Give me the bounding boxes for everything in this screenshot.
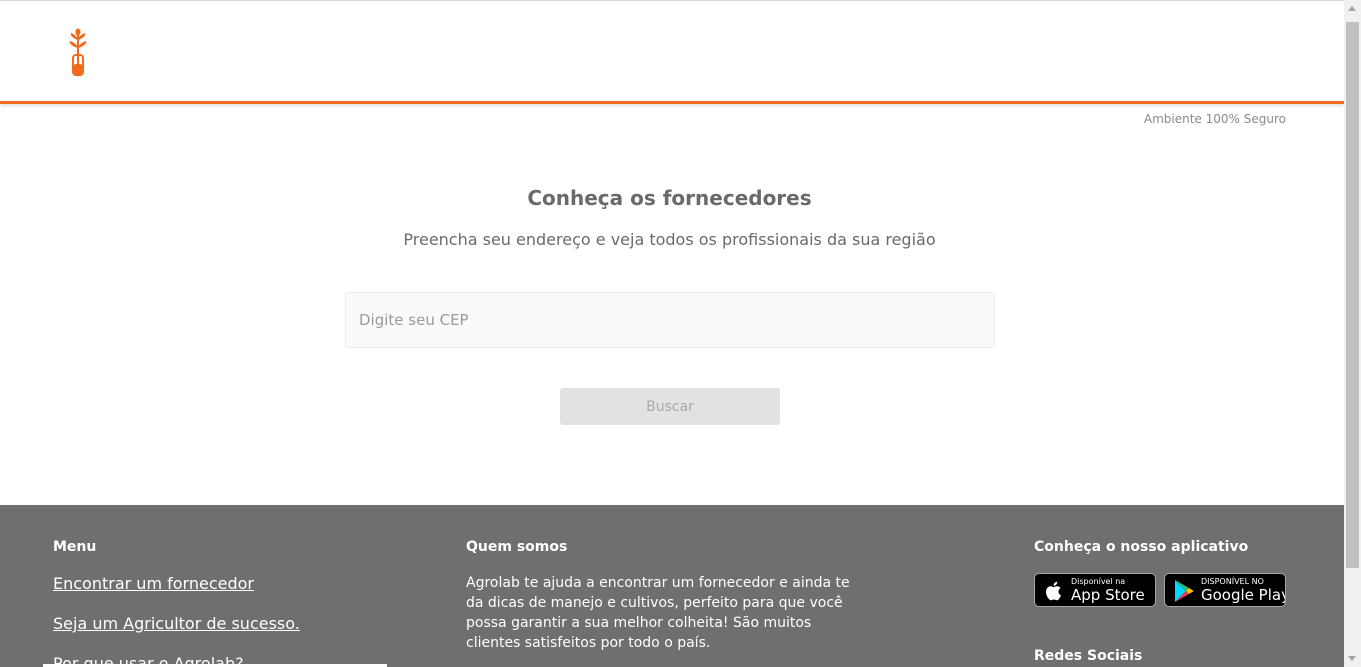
search-button[interactable]: Buscar bbox=[560, 388, 780, 425]
vertical-scrollbar[interactable] bbox=[1344, 0, 1361, 667]
app-store-small-text: Disponível na bbox=[1071, 577, 1126, 586]
scroll-up-arrow-icon[interactable] bbox=[1348, 6, 1356, 11]
footer-about-text: Agrolab te ajuda a encontrar um forneced… bbox=[466, 575, 850, 651]
app-store-badge[interactable]: Disponível na App Store bbox=[1034, 573, 1156, 607]
scroll-down-arrow-icon[interactable] bbox=[1348, 656, 1356, 661]
footer: Menu Encontrar um fornecedor Seja um Agr… bbox=[0, 505, 1344, 667]
page: Ambiente 100% Seguro Conheça os forneced… bbox=[0, 0, 1344, 667]
footer-about-title: Quem somos bbox=[466, 539, 568, 555]
footer-social-title: Redes Sociais bbox=[1034, 648, 1143, 664]
google-play-small-text: DISPONÍVEL NO bbox=[1201, 577, 1264, 586]
footer-app-title: Conheça o nosso aplicativo bbox=[1034, 539, 1249, 555]
footer-menu-title: Menu bbox=[53, 539, 97, 555]
scrollbar-thumb[interactable] bbox=[1346, 22, 1359, 568]
secure-environment-label: Ambiente 100% Seguro bbox=[1143, 112, 1286, 126]
footer-link-successful-farmer[interactable]: Seja um Agricultor de sucesso. bbox=[53, 614, 300, 633]
google-play-badge[interactable]: DISPONÍVEL NO Google Play bbox=[1164, 573, 1286, 607]
agrolab-logo-icon[interactable] bbox=[66, 28, 90, 78]
page-title: Conheça os fornecedores bbox=[527, 186, 812, 210]
page-subtitle: Preencha seu endereço e veja todos os pr… bbox=[403, 230, 936, 249]
app-store-big-text: App Store bbox=[1071, 586, 1145, 604]
apple-icon bbox=[1043, 579, 1065, 603]
top-header bbox=[0, 1, 1344, 104]
footer-link-find-supplier[interactable]: Encontrar um fornecedor bbox=[53, 574, 254, 593]
google-play-icon bbox=[1173, 579, 1195, 603]
google-play-big-text: Google Play bbox=[1201, 586, 1286, 604]
cep-input[interactable] bbox=[345, 292, 995, 348]
